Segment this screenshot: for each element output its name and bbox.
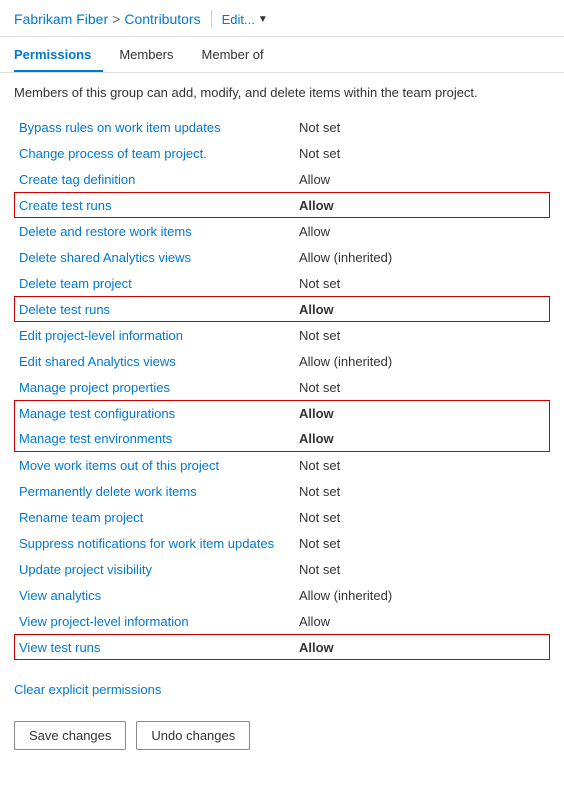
permission-value: Not set (295, 273, 549, 294)
permission-value: Allow (inherited) (295, 351, 549, 372)
footer: Clear explicit permissions Save changes … (0, 672, 564, 764)
permission-value: Allow (inherited) (295, 247, 549, 268)
table-row: Suppress notifications for work item upd… (14, 530, 550, 556)
table-row: View test runsAllow (14, 634, 550, 660)
table-row: Change process of team project.Not set (14, 140, 550, 166)
clear-permissions-link[interactable]: Clear explicit permissions (14, 682, 161, 697)
table-row: Move work items out of this projectNot s… (14, 452, 550, 478)
tab-member-of[interactable]: Member of (202, 37, 276, 72)
table-row: Edit shared Analytics viewsAllow (inheri… (14, 348, 550, 374)
table-row: Delete and restore work itemsAllow (14, 218, 550, 244)
header: Fabrikam Fiber > Contributors Edit... ▼ (0, 0, 564, 37)
permission-name[interactable]: Permanently delete work items (15, 481, 295, 502)
org-link[interactable]: Fabrikam Fiber (14, 11, 108, 27)
permission-name[interactable]: View project-level information (15, 611, 295, 632)
permissions-table: Bypass rules on work item updatesNot set… (14, 114, 550, 660)
permission-name[interactable]: Manage test configurations (15, 403, 295, 424)
table-row: Delete shared Analytics viewsAllow (inhe… (14, 244, 550, 270)
table-row: Delete team projectNot set (14, 270, 550, 296)
permission-value: Not set (295, 117, 549, 138)
tabs-bar: Permissions Members Member of (0, 37, 564, 73)
group-link[interactable]: Contributors (124, 11, 200, 27)
permission-name[interactable]: Manage project properties (15, 377, 295, 398)
table-row: Rename team projectNot set (14, 504, 550, 530)
permission-value: Allow (295, 611, 549, 632)
save-button[interactable]: Save changes (14, 721, 126, 750)
table-row: Manage test environmentsAllow (14, 426, 550, 452)
permission-name[interactable]: Move work items out of this project (15, 455, 295, 476)
permission-value: Not set (295, 455, 549, 476)
permission-value: Not set (295, 325, 549, 346)
permission-name[interactable]: Bypass rules on work item updates (15, 117, 295, 138)
breadcrumb-sep1: > (112, 11, 120, 27)
permission-value: Allow (295, 299, 549, 320)
permission-name[interactable]: Delete test runs (15, 299, 295, 320)
permission-value: Allow (295, 221, 549, 242)
table-row: Delete test runsAllow (14, 296, 550, 322)
permission-value: Allow (295, 195, 549, 216)
table-row: Permanently delete work itemsNot set (14, 478, 550, 504)
table-row: View analyticsAllow (inherited) (14, 582, 550, 608)
table-row: Bypass rules on work item updatesNot set (14, 114, 550, 140)
permission-value: Not set (295, 533, 549, 554)
table-row: View project-level informationAllow (14, 608, 550, 634)
action-buttons: Save changes Undo changes (14, 721, 550, 750)
permission-value: Allow (295, 428, 549, 449)
chevron-down-icon: ▼ (258, 14, 268, 25)
breadcrumb: Fabrikam Fiber > Contributors (14, 11, 201, 27)
table-row: Update project visibilityNot set (14, 556, 550, 582)
table-row: Manage project propertiesNot set (14, 374, 550, 400)
group-description: Members of this group can add, modify, a… (14, 85, 550, 100)
permission-name[interactable]: Delete team project (15, 273, 295, 294)
permission-name[interactable]: Delete shared Analytics views (15, 247, 295, 268)
permission-name[interactable]: Edit shared Analytics views (15, 351, 295, 372)
permission-name[interactable]: Create tag definition (15, 169, 295, 190)
permission-name[interactable]: Suppress notifications for work item upd… (15, 533, 295, 554)
table-row: Create test runsAllow (14, 192, 550, 218)
undo-button[interactable]: Undo changes (136, 721, 250, 750)
header-divider (211, 10, 212, 28)
permission-value: Not set (295, 481, 549, 502)
table-row: Manage test configurationsAllow (14, 400, 550, 426)
main-content: Members of this group can add, modify, a… (0, 73, 564, 672)
permission-value: Not set (295, 559, 549, 580)
tab-permissions[interactable]: Permissions (14, 37, 103, 72)
permission-name[interactable]: Delete and restore work items (15, 221, 295, 242)
tab-members[interactable]: Members (119, 37, 185, 72)
permission-value: Not set (295, 143, 549, 164)
permission-name[interactable]: Create test runs (15, 195, 295, 216)
permission-value: Allow (295, 637, 549, 658)
permission-name[interactable]: View analytics (15, 585, 295, 606)
permission-name[interactable]: Rename team project (15, 507, 295, 528)
permission-value: Allow (295, 403, 549, 424)
permission-name[interactable]: Edit project-level information (15, 325, 295, 346)
permission-value: Not set (295, 377, 549, 398)
permission-name[interactable]: Manage test environments (15, 428, 295, 449)
edit-dropdown[interactable]: Edit... ▼ (222, 12, 268, 27)
table-row: Edit project-level informationNot set (14, 322, 550, 348)
edit-label: Edit... (222, 12, 255, 27)
permission-name[interactable]: Change process of team project. (15, 143, 295, 164)
permission-value: Allow (295, 169, 549, 190)
permission-name[interactable]: View test runs (15, 637, 295, 658)
permission-value: Allow (inherited) (295, 585, 549, 606)
permission-value: Not set (295, 507, 549, 528)
permission-name[interactable]: Update project visibility (15, 559, 295, 580)
table-row: Create tag definitionAllow (14, 166, 550, 192)
